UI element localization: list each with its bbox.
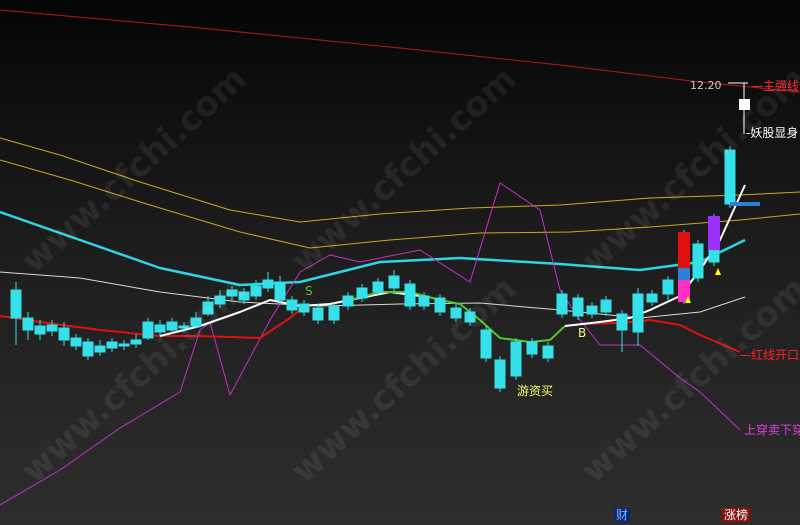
candle-body [274,281,286,301]
candle-body [328,305,340,321]
youzi-buy-label: 游资买 [517,384,554,398]
candle-body [572,297,584,317]
candle-body [226,289,238,297]
candle-body [450,307,462,319]
candle-body [262,279,274,289]
chart-stage: www.cfchi.com www.cfchi.com www.cfchi.co… [0,0,800,525]
candle-body [418,295,430,307]
candle-body [166,321,178,331]
zhangbang-tag: 涨榜 [722,508,751,522]
candle-body [190,317,202,327]
signal-bar [678,268,690,280]
red-open-label: —红线开口主 [739,348,800,362]
signal-s-label: S [305,284,313,298]
candle-body [94,345,106,353]
candle-body [586,305,598,315]
candle-body [356,287,368,299]
candle-body [542,345,554,359]
yellow-band-upper [0,137,800,223]
price-label: 12.20 [690,79,722,92]
cai-tag: 财 [614,508,631,522]
candle-body [22,317,34,331]
candle-body [388,275,400,289]
candle-body [480,329,492,359]
candle-body [46,324,58,332]
demon-mark [739,99,750,110]
main-line-text: 主强线 [763,79,800,93]
candle-body [250,285,262,297]
candle-body [202,301,214,315]
signal-mark [730,202,760,206]
signal-b-label: B [578,326,587,340]
chart-canvas [0,9,800,506]
candle-body [434,297,446,313]
candle-body [494,359,506,389]
candle-body [118,343,130,347]
candle-body [178,325,190,329]
candle-body [510,341,522,377]
demon-stock-text: 妖股显身 [750,126,799,140]
long-ma-line [0,9,800,93]
candle-body [58,327,70,341]
candle-body [130,339,142,345]
red-open-text: 红线开口主 [751,348,800,362]
candle-body [142,321,154,339]
candle-body [692,243,704,279]
candle-body [646,293,658,303]
candle-body [404,283,416,307]
candle-body [10,289,22,319]
candle-body [662,279,674,295]
main-line-label: —主强线 [751,79,800,93]
candle-body [70,337,82,347]
candle-body [106,341,118,349]
cross-label: 上穿卖下穿 [744,423,800,437]
candle-body [556,293,568,315]
candle-body [214,295,226,305]
red-trend-right [579,319,741,353]
candle-body [678,232,690,268]
candle-body [238,291,250,301]
buy-triangle [715,268,721,275]
candle-body [526,341,538,355]
candle-body [464,311,476,323]
candle-body [600,299,612,313]
candle-body [372,281,384,293]
signal-bar [708,216,720,250]
white-fast-line [159,291,421,337]
candle-body [82,341,94,357]
candle-body [632,293,644,333]
candle-body [286,299,298,311]
candle-body [34,325,46,335]
candle-body [298,303,310,313]
candle-body [616,313,628,331]
candle-body [342,295,354,307]
candle-body [154,324,166,333]
candle-body [312,307,324,321]
candle-body [724,149,736,205]
cyan-mid-line [0,210,746,287]
demon-stock-label: -妖股显身 [746,126,799,140]
